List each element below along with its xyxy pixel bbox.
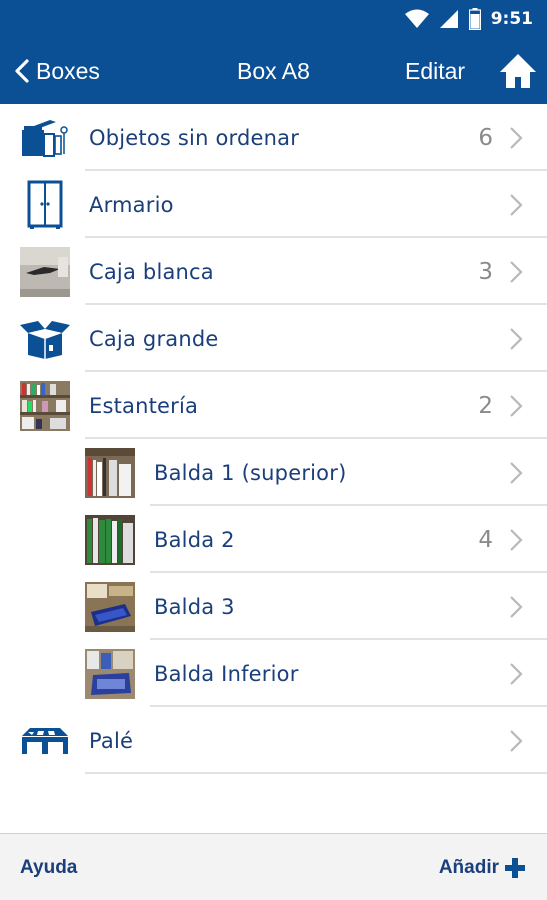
status-time: 9:51 — [490, 9, 533, 29]
chevron-right-icon — [510, 596, 523, 618]
home-icon — [500, 54, 536, 88]
add-label: Añadir — [438, 856, 499, 878]
list-item[interactable]: Balda 3 — [0, 573, 547, 640]
app-bar: Boxes Box A8 Editar — [0, 38, 547, 104]
back-label: Boxes — [36, 57, 100, 84]
status-bar: 9:51 — [0, 0, 547, 38]
item-label: Palé — [89, 728, 134, 753]
chevron-right-icon — [510, 663, 523, 685]
add-button[interactable]: Añadir — [439, 834, 525, 900]
edit-button[interactable]: Editar — [405, 38, 465, 104]
shelving-photo — [20, 381, 70, 431]
help-button[interactable]: Ayuda — [20, 834, 77, 900]
open-box-icon — [20, 314, 70, 364]
item-label: Armario — [89, 192, 174, 217]
wardrobe-icon — [20, 180, 70, 230]
item-label: Caja grande — [89, 326, 219, 351]
chevron-right-icon — [510, 529, 523, 551]
list-item[interactable]: Objetos sin ordenar 6 — [0, 104, 547, 171]
shelf-photo — [85, 448, 135, 498]
pallet-icon — [20, 716, 70, 766]
chevron-right-icon — [510, 328, 523, 350]
item-label: Balda 2 — [154, 527, 235, 552]
home-button[interactable] — [498, 52, 538, 90]
chevron-left-icon — [15, 59, 29, 83]
item-count: 4 — [478, 526, 493, 553]
list-item[interactable]: Palé — [0, 707, 547, 774]
divider — [85, 772, 547, 774]
chevron-right-icon — [510, 194, 523, 216]
bottom-toolbar: Ayuda Añadir — [0, 833, 547, 900]
unsorted-objects-icon — [20, 113, 70, 163]
chevron-right-icon — [510, 462, 523, 484]
battery-icon — [468, 8, 481, 30]
list-item[interactable]: Balda 1 (superior) — [0, 439, 547, 506]
shelf-photo — [85, 582, 135, 632]
item-label: Objetos sin ordenar — [89, 125, 300, 150]
list-item[interactable]: Balda Inferior — [0, 640, 547, 707]
item-label: Balda 3 — [154, 594, 235, 619]
list-item[interactable]: Armario — [0, 171, 547, 238]
list-item[interactable]: Estantería 2 — [0, 372, 547, 439]
item-count: 3 — [478, 258, 493, 285]
list-item[interactable]: Caja grande — [0, 305, 547, 372]
chevron-right-icon — [510, 395, 523, 417]
box-contents-list: Objetos sin ordenar 6 Armario Caja blanc… — [0, 104, 547, 774]
item-count: 6 — [478, 124, 493, 151]
chevron-right-icon — [510, 730, 523, 752]
list-item[interactable]: Balda 2 4 — [0, 506, 547, 573]
wifi-icon — [404, 9, 429, 28]
item-label: Caja blanca — [89, 259, 214, 284]
chevron-right-icon — [510, 261, 523, 283]
item-count: 2 — [478, 392, 493, 419]
white-box-photo — [20, 247, 70, 297]
chevron-right-icon — [510, 127, 523, 149]
shelf-photo — [85, 515, 135, 565]
signal-icon — [439, 10, 458, 28]
item-label: Estantería — [89, 393, 199, 418]
item-label: Balda 1 (superior) — [154, 460, 347, 485]
item-label: Balda Inferior — [154, 661, 299, 686]
plus-icon — [505, 857, 525, 878]
shelf-photo — [85, 649, 135, 699]
back-button[interactable]: Boxes — [14, 38, 100, 104]
list-item[interactable]: Caja blanca 3 — [0, 238, 547, 305]
